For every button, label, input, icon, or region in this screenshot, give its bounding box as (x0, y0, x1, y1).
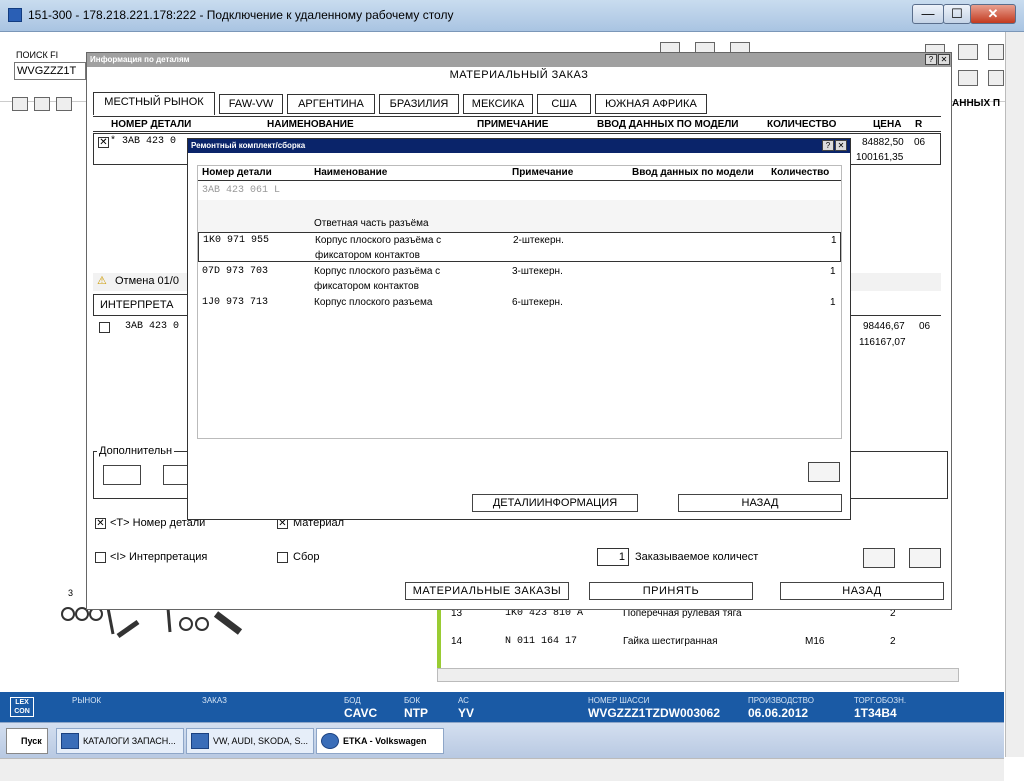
trade-value: 1T34B4 (854, 706, 897, 720)
repair-kit-table: Номер детали Наименование Примечание Вво… (197, 165, 842, 439)
warning-icon: ⚠ (97, 275, 107, 287)
repair-kit-table-header: Номер детали Наименование Примечание Вво… (198, 166, 841, 181)
etka-globe-icon (321, 733, 339, 749)
parent-part-row: 3AB 423 061 L (202, 185, 281, 196)
row-2-part-number: 3АВ 423 0 (125, 321, 180, 332)
bok-label: БОК (404, 696, 421, 705)
table-row[interactable]: 1J0 973 713 Корпус плоского разъема 6-шт… (198, 295, 841, 311)
rdp-app-icon (8, 8, 22, 22)
tab-interpretation[interactable]: ИНТЕРПРЕТА (93, 294, 193, 316)
production-label: ПРОИЗВОДСТВО (748, 696, 814, 705)
tab-brazil[interactable]: БРАЗИЛИЯ (379, 94, 459, 114)
bod-label: БОД (344, 696, 361, 705)
table-row[interactable]: 13 1K0 423 810 A Поперечная рулевая тяга… (445, 608, 1005, 622)
zoom-fit-icon[interactable] (56, 97, 72, 111)
bok-value: NTP (404, 706, 428, 720)
window-icon (191, 733, 209, 749)
chassis-value: WVGZZZ1TZDW003062 (588, 706, 721, 720)
zoom-in-icon[interactable] (12, 97, 28, 111)
row-1-price: 84882,50 (862, 137, 904, 148)
maximize-button[interactable]: ☐ (943, 4, 971, 24)
tab-argentina[interactable]: АРГЕНТИНА (287, 94, 375, 114)
row-1-checkbox[interactable]: ✕ (98, 137, 109, 148)
part-info-help-button[interactable]: ? (925, 54, 937, 65)
tab-south-africa[interactable]: ЮЖНАЯ АФРИКА (595, 94, 707, 114)
scale-icon[interactable] (103, 465, 141, 485)
opt-assembly-label: Сбор (293, 551, 320, 563)
search-label: ПОИСК FI (16, 50, 59, 60)
ac-label: АС (458, 696, 469, 705)
horizontal-scrollbar[interactable] (0, 758, 1004, 781)
opt-interpretation-label: <I> Интерпретация (110, 551, 208, 563)
kit-print-icon[interactable] (808, 462, 840, 482)
trade-label: ТОРГ.ОБОЗН. (854, 696, 907, 705)
material-orders-button[interactable]: МАТЕРИАЛЬНЫЕ ЗАКАЗЫ (405, 582, 569, 600)
repair-kit-dialog-header: Ремонтный комплект/сборка (188, 139, 850, 153)
tab-usa[interactable]: США (537, 94, 591, 114)
material-order-table-header: НОМЕР ДЕТАЛИ НАИМЕНОВАНИЕ ПРИМЕЧАНИЕ ВВО… (93, 116, 941, 132)
material-order-title: МАТЕРИАЛЬНЫЙ ЗАКАЗ (449, 69, 589, 81)
part-info-dialog-header: Информация по деталям (87, 53, 951, 67)
order-label: ЗАКАЗ (202, 696, 227, 705)
repair-kit-close-button[interactable]: ✕ (835, 140, 847, 151)
market-label: РЫНОК (72, 696, 102, 705)
nav-first-icon[interactable] (958, 70, 978, 86)
group-label-row: Ответная часть разъёма (198, 200, 841, 232)
repair-kit-dialog: Ремонтный комплект/сборка ? ✕ Номер дета… (187, 138, 851, 520)
taskbar: Пуск КАТАЛОГИ ЗАПАСН... VW, AUDI, SKODA,… (0, 722, 1004, 758)
window-title: 151-300 - 178.218.221.178:222 - Подключе… (28, 8, 454, 22)
rdp-title-bar: 151-300 - 178.218.221.178:222 - Подключе… (0, 0, 1024, 32)
taskbar-item-catalogs[interactable]: КАТАЛОГИ ЗАПАСН... (56, 728, 184, 754)
window-icon (61, 733, 79, 749)
kit-back-button[interactable]: НАЗАД (678, 494, 842, 512)
row-2-price: 98446,67 (863, 321, 905, 332)
taskbar-item-vw[interactable]: VW, AUDI, SKODA, S... (186, 728, 314, 754)
lexcon-logo: LEX CON (10, 697, 34, 717)
parts-row-marker (437, 600, 441, 678)
row-2-price-tax: 116167,07 (859, 337, 906, 348)
table-row[interactable]: 07D 973 703 Корпус плоского разъёма с фи… (198, 264, 841, 294)
search-input[interactable]: WVGZZZ1T (14, 62, 86, 80)
row-1-price-tax: 100161,35 (856, 152, 904, 163)
status-bar: LEX CON РЫНОК ЗАКАЗ БОД CAVC БОК NTP АС … (0, 692, 1004, 722)
start-button[interactable]: Пуск (6, 728, 48, 754)
chassis-label: НОМЕР ШАССИ (588, 696, 650, 705)
close-button[interactable]: ✕ (970, 4, 1016, 24)
additional-group-label: Дополнительн (97, 445, 175, 457)
nav-doc-icon[interactable] (988, 44, 1004, 60)
repair-kit-help-button[interactable]: ? (822, 140, 834, 151)
edit-icon[interactable] (909, 548, 941, 568)
outer-back-button[interactable]: НАЗАД (780, 582, 944, 600)
order-quantity-input[interactable]: 1 (597, 548, 629, 566)
tab-mexico[interactable]: МЕКСИКА (463, 94, 533, 114)
minimize-button[interactable]: — (912, 4, 944, 24)
row-1-part-number: * 3АВ 423 0 (110, 136, 177, 147)
accept-button[interactable]: ПРИНЯТЬ (589, 582, 753, 600)
row-2-r: 06 (919, 321, 931, 332)
table-row[interactable]: 14 N 011 164 17 Гайка шестигранная M16 2 (445, 636, 1005, 650)
print-icon[interactable] (863, 548, 895, 568)
opt-part-number-checkbox[interactable]: ✕ (95, 518, 106, 529)
order-quantity-label: Заказываемое количест (635, 551, 759, 563)
opt-interpretation-checkbox[interactable] (95, 552, 106, 563)
opt-assembly-checkbox[interactable] (277, 552, 288, 563)
parts-horizontal-scrollbar[interactable] (437, 668, 959, 682)
zoom-out-icon[interactable] (34, 97, 50, 111)
bod-value: CAVC (344, 706, 378, 720)
production-value: 06.06.2012 (748, 706, 809, 720)
nav-back-icon[interactable] (958, 44, 978, 60)
details-info-button[interactable]: ДЕТАЛИИНФОРМАЦИЯ (472, 494, 638, 512)
tab-local-market[interactable]: МЕСТНЫЙ РЫНОК (93, 92, 215, 115)
right-column-header: АННЫХ П (952, 98, 1001, 109)
row-1-r: 06 (914, 137, 926, 148)
taskbar-item-etka[interactable]: ETKA - Volkswagen (316, 728, 444, 754)
ac-value: YV (458, 706, 475, 720)
part-info-close-button[interactable]: ✕ (938, 54, 950, 65)
tab-faw-vw[interactable]: FAW-VW (219, 94, 283, 114)
row-2-checkbox[interactable] (99, 322, 110, 333)
illustration-label: 3 (68, 588, 74, 598)
vertical-scrollbar[interactable] (1005, 32, 1024, 757)
table-row[interactable]: 1K0 971 955 Корпус плоского разъёма с фи… (198, 232, 841, 262)
nav-prev-icon[interactable] (988, 70, 1004, 86)
